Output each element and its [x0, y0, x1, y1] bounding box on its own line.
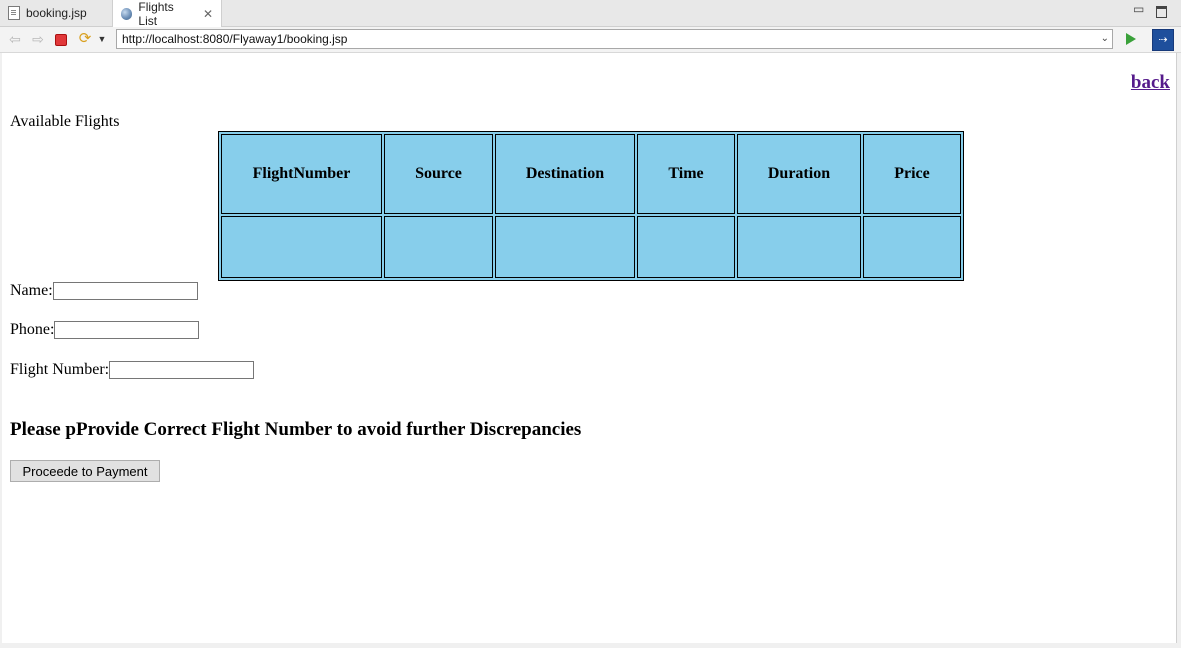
refresh-icon[interactable]: ⟳ [77, 31, 93, 47]
column-header: Source [384, 134, 493, 214]
flight-number-input[interactable] [109, 361, 255, 379]
url-text: http://localhost:8080/Flyaway1/booking.j… [122, 32, 348, 46]
url-history-chevron-icon[interactable]: ⌄ [1101, 30, 1109, 48]
back-link[interactable]: back [1131, 72, 1170, 94]
phone-label: Phone: [10, 321, 55, 338]
chevron-down-icon[interactable]: ▼ [97, 31, 107, 47]
browser-toolbar: ⇦ ⇨ ⟳ ▼ http://localhost:8080/Flyaway1/b… [0, 27, 1181, 53]
tab-flights-list[interactable]: Flights List ✕ [112, 0, 222, 28]
page-content: back Available Flights FlightNumber Sour… [2, 53, 1177, 643]
notice-heading: Please pProvide Correct Flight Number to… [10, 419, 582, 440]
table-header-row: FlightNumber Source Destination Time Dur… [221, 134, 961, 214]
flight-number-field-group: Flight Number: [10, 361, 255, 379]
table-cell [863, 216, 961, 278]
table-cell [495, 216, 635, 278]
proceed-to-payment-button[interactable]: Proceede to Payment [10, 460, 160, 482]
maximize-button[interactable] [1156, 6, 1167, 18]
go-icon[interactable] [1126, 33, 1136, 45]
globe-icon [121, 7, 133, 20]
table-cell [637, 216, 735, 278]
page-heading: Available Flights [10, 113, 120, 130]
name-input[interactable] [52, 282, 198, 300]
tab-label: booking.jsp [26, 6, 87, 20]
flight-number-label: Flight Number: [10, 361, 110, 378]
stop-icon[interactable] [55, 34, 67, 46]
tab-booking-jsp[interactable]: booking.jsp [0, 0, 112, 26]
url-input[interactable]: http://localhost:8080/Flyaway1/booking.j… [116, 29, 1113, 49]
phone-field-group: Phone: [10, 321, 200, 339]
close-icon[interactable]: ✕ [203, 7, 213, 21]
editor-tab-bar: booking.jsp Flights List ✕ ▭ [0, 0, 1181, 28]
column-header: Destination [495, 134, 635, 214]
open-external-browser-icon[interactable]: ⇢ [1152, 29, 1174, 51]
flights-table: FlightNumber Source Destination Time Dur… [218, 131, 964, 281]
column-header: Price [863, 134, 961, 214]
name-field-group: Name: [10, 282, 198, 300]
table-row [221, 216, 961, 278]
jsp-file-icon [8, 6, 20, 20]
column-header: FlightNumber [221, 134, 382, 214]
forward-arrow-icon[interactable]: ⇨ [30, 31, 46, 47]
table-cell [384, 216, 493, 278]
column-header: Time [637, 134, 735, 214]
table-cell [737, 216, 861, 278]
back-arrow-icon[interactable]: ⇦ [7, 31, 23, 47]
minimize-button[interactable]: ▭ [1133, 2, 1144, 16]
column-header: Duration [737, 134, 861, 214]
table-cell [221, 216, 382, 278]
tab-label: Flights List [138, 0, 174, 28]
phone-input[interactable] [54, 321, 200, 339]
name-label: Name: [10, 282, 53, 299]
